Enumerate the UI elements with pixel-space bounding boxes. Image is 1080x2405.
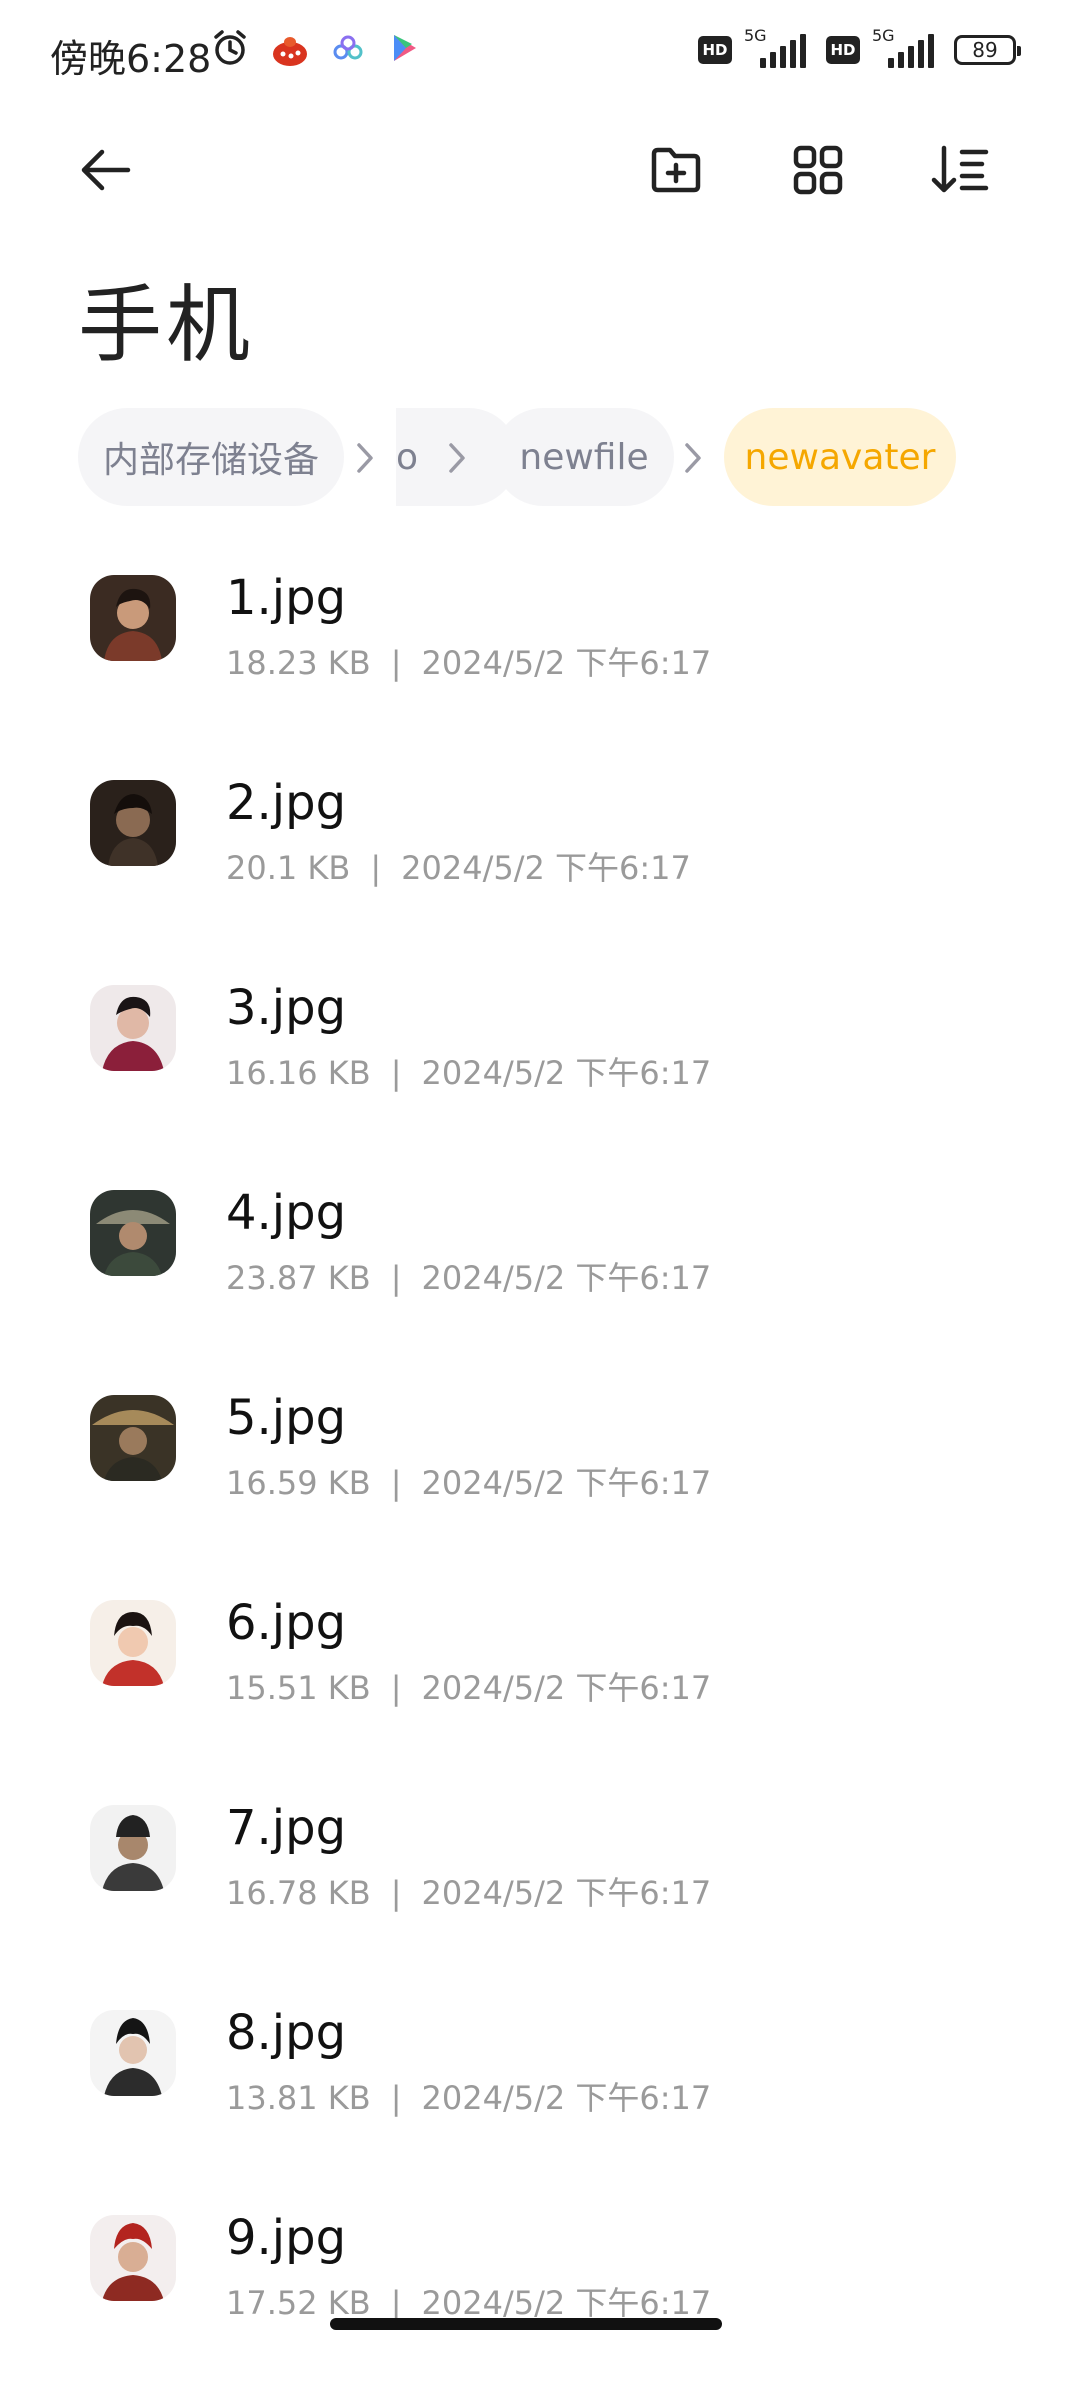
toolbar [0, 120, 1080, 220]
status-system-icons: HD 5G HD 5G 89 [698, 26, 1021, 74]
file-size: 18.23 KB [226, 644, 371, 682]
file-name: 2.jpg [226, 775, 347, 831]
breadcrumb-item-newfile[interactable]: newfile [494, 408, 674, 506]
avatar-thumbnail [90, 2010, 176, 2096]
file-name: 9.jpg [226, 2210, 347, 2266]
play-store-icon [386, 30, 422, 70]
file-date: 2024/5/2 下午6:17 [421, 1464, 712, 1502]
chevron-right-icon [350, 438, 380, 478]
meta-separator: | [390, 1054, 402, 1092]
file-meta: 20.1 KB | 2024/5/2 下午6:17 [226, 843, 691, 889]
back-button[interactable] [56, 120, 156, 220]
file-meta: 15.51 KB | 2024/5/2 下午6:17 [226, 1663, 711, 1709]
file-date: 2024/5/2 下午6:17 [421, 2284, 712, 2322]
file-row[interactable]: 1.jpg 18.23 KB | 2024/5/2 下午6:17 [0, 560, 1080, 765]
file-size: 13.81 KB [226, 2079, 371, 2117]
file-row[interactable]: 7.jpg 16.78 KB | 2024/5/2 下午6:17 [0, 1790, 1080, 1995]
file-size: 23.87 KB [226, 1259, 371, 1297]
file-size: 16.78 KB [226, 1874, 371, 1912]
file-meta: 18.23 KB | 2024/5/2 下午6:17 [226, 638, 711, 684]
breadcrumb-item-o-label: o [396, 436, 419, 478]
avatar-thumbnail [90, 780, 176, 866]
hd-badge-2: HD [826, 36, 860, 64]
status-time: 傍晚6:28 [50, 37, 212, 81]
grid-view-icon [793, 145, 843, 195]
meta-separator: | [390, 644, 402, 682]
avatar-thumbnail [90, 1805, 176, 1891]
file-size: 20.1 KB [226, 849, 351, 887]
file-name: 1.jpg [226, 570, 347, 626]
grid-view-button[interactable] [768, 120, 868, 220]
home-indicator[interactable] [330, 2318, 722, 2330]
file-name: 7.jpg [226, 1800, 347, 1856]
file-row[interactable]: 2.jpg 20.1 KB | 2024/5/2 下午6:17 [0, 765, 1080, 970]
file-name: 5.jpg [226, 1390, 347, 1446]
file-row[interactable]: 4.jpg 23.87 KB | 2024/5/2 下午6:17 [0, 1175, 1080, 1380]
file-date: 2024/5/2 下午6:17 [421, 1054, 712, 1092]
file-date: 2024/5/2 下午6:17 [421, 1874, 712, 1912]
meta-separator: | [390, 1259, 402, 1297]
arrow-left-icon [81, 149, 131, 191]
file-row[interactable]: 8.jpg 13.81 KB | 2024/5/2 下午6:17 [0, 1995, 1080, 2200]
file-row[interactable]: 9.jpg 17.52 KB | 2024/5/2 下午6:17 [0, 2200, 1080, 2405]
meta-separator: | [370, 849, 382, 887]
avatar-thumbnail [90, 575, 176, 661]
file-size: 15.51 KB [226, 1669, 371, 1707]
breadcrumb-item-internal-storage[interactable]: 内部存储设备 [78, 408, 344, 506]
new-folder-button[interactable] [626, 120, 726, 220]
avatar-thumbnail [90, 1190, 176, 1276]
file-date: 2024/5/2 下午6:17 [421, 644, 712, 682]
avatar-thumbnail [90, 2215, 176, 2301]
app-notification-icon [270, 28, 310, 72]
file-meta: 13.81 KB | 2024/5/2 下午6:17 [226, 2073, 711, 2119]
meta-separator: | [390, 1464, 402, 1502]
folder-plus-icon [651, 147, 701, 193]
alarm-icon [210, 28, 250, 72]
file-size: 16.16 KB [226, 1054, 371, 1092]
file-name: 6.jpg [226, 1595, 347, 1651]
status-notification-icons [210, 28, 422, 72]
breadcrumb-item-newavater[interactable]: newavater [724, 408, 956, 506]
file-size: 16.59 KB [226, 1464, 371, 1502]
page-title: 手机 [78, 276, 255, 374]
sort-button[interactable] [910, 120, 1010, 220]
status-bar: 傍晚6:28 HD 5G HD 5G 89 [0, 0, 1080, 104]
file-date: 2024/5/2 下午6:17 [421, 2079, 712, 2117]
file-row[interactable]: 5.jpg 16.59 KB | 2024/5/2 下午6:17 [0, 1380, 1080, 1585]
file-meta: 23.87 KB | 2024/5/2 下午6:17 [226, 1253, 711, 1299]
avatar-thumbnail [90, 1600, 176, 1686]
file-date: 2024/5/2 下午6:17 [401, 849, 691, 887]
chevron-right-icon [442, 438, 472, 478]
meta-separator: | [390, 2284, 402, 2322]
file-name: 4.jpg [226, 1185, 347, 1241]
file-date: 2024/5/2 下午6:17 [421, 1259, 712, 1297]
file-size: 17.52 KB [226, 2284, 371, 2322]
battery-icon: 89 [954, 35, 1021, 65]
meta-separator: | [390, 1874, 402, 1912]
file-meta: 16.78 KB | 2024/5/2 下午6:17 [226, 1868, 711, 1914]
file-row[interactable]: 3.jpg 16.16 KB | 2024/5/2 下午6:17 [0, 970, 1080, 1175]
breadcrumb: 内部存储设备 o newfile newavater [78, 408, 1080, 508]
file-meta: 16.16 KB | 2024/5/2 下午6:17 [226, 1048, 711, 1094]
hd-badge: HD [698, 36, 732, 64]
file-row[interactable]: 6.jpg 15.51 KB | 2024/5/2 下午6:17 [0, 1585, 1080, 1790]
file-name: 8.jpg [226, 2005, 347, 2061]
sort-icon [931, 145, 989, 193]
signal-icon: 5G [744, 26, 814, 70]
file-date: 2024/5/2 下午6:17 [421, 1669, 712, 1707]
avatar-thumbnail [90, 985, 176, 1071]
chevron-right-icon [678, 438, 708, 478]
file-meta: 16.59 KB | 2024/5/2 下午6:17 [226, 1458, 711, 1504]
meta-separator: | [390, 2079, 402, 2117]
avatar-thumbnail [90, 1395, 176, 1481]
signal-icon-2: 5G [872, 26, 942, 70]
meta-separator: | [390, 1669, 402, 1707]
cloud-app-icon [330, 30, 366, 70]
file-name: 3.jpg [226, 980, 347, 1036]
